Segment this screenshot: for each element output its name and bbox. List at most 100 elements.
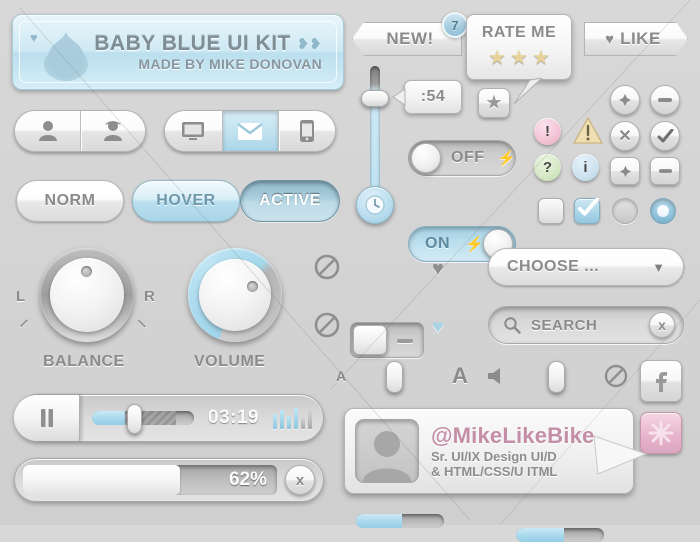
volume-knob[interactable]: VOLUME [188,248,282,370]
heart-icon[interactable]: ♥ [432,258,444,281]
profile-handle: @MikeLikeBike [431,423,595,448]
user-segmented-control[interactable] [14,110,146,152]
chevron-down-icon: ▼ [652,259,665,275]
progress-cancel-button[interactable]: x [285,465,315,495]
check-circle-button[interactable] [650,121,680,151]
scrub-handle[interactable] [127,404,142,434]
balance-left-mark: L [16,288,26,305]
scrub-track[interactable] [92,411,194,425]
minus-square-button[interactable] [650,157,680,185]
rate-me-stars[interactable]: ★ ★ ★ [488,45,550,70]
progress-bar: 62% x [14,458,324,502]
balance-knob[interactable]: L R / \ BALANCE [16,248,155,370]
search-field[interactable]: SEARCH x [488,306,684,344]
segment-smartphone[interactable] [278,111,335,151]
balance-tick-right: \ [136,316,149,331]
volume-knob-face[interactable] [199,259,271,331]
volume-knob-ring [188,248,282,342]
device-segmented-control[interactable] [164,110,336,152]
help-icon[interactable]: ? [534,154,561,181]
search-clear-button[interactable]: x [649,312,675,338]
segment-user-male[interactable] [15,111,80,151]
no-entry-icon[interactable] [314,312,340,338]
star-icon[interactable]: ★ [488,45,506,70]
segment-envelope[interactable] [221,111,279,151]
vertical-slider[interactable] [356,66,394,224]
eq-bar [294,408,299,429]
star-icon[interactable]: ★ [510,45,528,70]
minus-icon [658,169,672,173]
toggle-off[interactable]: OFF ⚡ [408,140,516,176]
switch-off[interactable] [350,322,424,358]
star-icon: ★ [486,93,502,112]
balance-knob-face[interactable] [50,258,124,332]
switch-off-knob[interactable] [353,325,387,355]
segment-monitor[interactable] [165,111,222,151]
info-icon[interactable]: i [572,154,599,181]
hover-button[interactable]: HOVER [132,180,240,222]
minus-circle-button[interactable] [650,85,680,115]
active-button-label: ACTIVE [259,192,321,209]
norm-button[interactable]: NORM [16,180,124,222]
close-circle-button[interactable]: ✕ [610,121,640,151]
info-glyph: i [583,159,588,176]
warning-triangle [573,117,603,144]
clock-icon [356,186,394,224]
new-count-badge: 7 [442,12,468,38]
font-slider-track[interactable] [356,514,444,528]
radio-dot [657,205,669,217]
toggle-on-label: ON [425,235,450,252]
rate-star-button[interactable]: ★ [478,88,510,118]
heart-icon: ♥ [605,30,615,48]
checkbox-unchecked[interactable] [538,198,564,224]
help-glyph: ? [542,159,553,176]
close-icon: ✕ [618,128,632,145]
pause-icon [40,409,53,427]
progress-track: 62% [23,465,277,495]
pause-button[interactable] [14,395,80,441]
monitor-icon [182,122,205,140]
tooltip-pointer [392,88,406,106]
heart-icon[interactable]: ♥ [432,316,444,339]
vertical-slider-handle[interactable] [361,90,389,107]
gift-icon [648,420,674,446]
plus-icon [619,94,631,106]
no-entry-icon[interactable] [314,254,340,280]
star-icon[interactable]: ★ [532,45,550,70]
active-button[interactable]: ACTIVE [240,180,340,222]
avatar-icon [363,431,411,482]
close-icon: x [295,471,305,489]
plus-square-button[interactable] [610,157,640,185]
close-icon: x [658,317,666,333]
radio-selected[interactable] [650,198,676,224]
plus-circle-button[interactable] [610,85,640,115]
choose-dropdown[interactable]: CHOOSE ... ▼ [488,248,684,286]
checkbox-checked[interactable] [574,198,600,224]
error-icon[interactable]: ! [534,118,561,145]
font-slider-handle[interactable] [386,361,403,393]
facebook-button[interactable] [640,360,682,402]
volume-slider-handle[interactable] [548,361,565,393]
rate-me-popover: RATE ME ★ ★ ★ [466,14,572,80]
like-tag-button[interactable]: ♥ LIKE [584,22,688,56]
volume-knob-label: VOLUME [194,353,266,370]
profile-pointer [593,435,648,475]
volume-slider-track[interactable] [516,528,604,542]
segment-user-female[interactable] [80,111,145,151]
eq-bar [273,413,278,429]
eq-bar [280,410,285,429]
rate-me-title: RATE ME [481,24,557,41]
search-input[interactable]: SEARCH [531,317,649,334]
toggle-off-knob[interactable] [411,143,441,173]
eq-bar [308,411,313,429]
minus-icon [658,98,672,102]
no-entry-icon[interactable] [604,364,628,388]
profile-role-line-1: Sr. UI/IX Design UI/D [431,449,557,464]
new-tag-label: NEW! [386,29,434,48]
profile-card[interactable]: @MikeLikeBike Sr. UI/IX Design UI/D & HT… [344,408,634,494]
radio-unselected[interactable] [612,198,638,224]
warning-icon[interactable] [572,116,604,145]
check-icon [657,128,673,142]
equalizer [273,407,313,429]
error-glyph: ! [545,123,550,140]
